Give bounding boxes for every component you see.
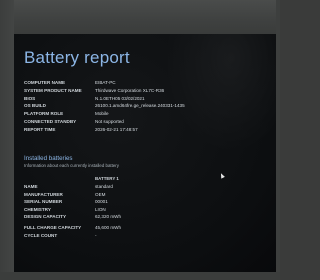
battery-row: NAME standard [24, 183, 264, 191]
battery-label: SERIAL NUMBER [24, 199, 63, 205]
system-info-label: CONNECTED STANDBY [24, 118, 77, 124]
system-info-label: SYSTEM PRODUCT NAME [24, 87, 82, 93]
battery-label: CHEMISTRY [24, 206, 51, 212]
battery-value: standard [95, 184, 113, 189]
screen: Battery report COMPUTER NAME EIBAT-PC SY… [14, 34, 276, 272]
battery-value: OEM [95, 191, 106, 197]
system-info-label: COMPUTER NAME [24, 80, 66, 85]
monitor-bezel-top [0, 0, 280, 34]
battery-row: MANUFACTURER OEM [24, 191, 264, 199]
system-info-row: SYSTEM PRODUCT NAME Thirdwave Corporatio… [24, 87, 264, 95]
battery-label: CYCLE COUNT [24, 232, 58, 238]
system-info-row: OS BUILD 26100.1.amd64fre.ge_release.240… [24, 102, 264, 110]
battery-value: - [95, 232, 97, 238]
battery-value: 45,600 mWh [95, 224, 122, 230]
system-info-value: 26100.1.amd64fre.ge_release.240331-1435 [95, 103, 185, 109]
battery-value: 00001 [95, 199, 108, 205]
monitor-bezel-left [0, 0, 14, 280]
system-info-row: REPORT TIME 2026-02-21 17:48:57 [24, 126, 264, 134]
system-info-value: N.1.0ETH05 03/02/2021 [95, 95, 145, 101]
system-info-value: 2026-02-21 17:48:57 [95, 126, 138, 132]
battery-label: FULL CHARGE CAPACITY [24, 224, 82, 230]
installed-batteries-subtitle: Information about each currently install… [24, 163, 119, 168]
battery-row: DESIGN CAPACITY 62,320 mWh [24, 213, 264, 221]
battery-row: CHEMISTRY LION [24, 206, 264, 214]
system-info-row: PLATFORM ROLE Mobile [24, 110, 264, 118]
battery-table: BATTERY 1 NAME standard MANUFACTURER OEM… [24, 175, 264, 239]
system-info-value: EIBAT-PC [95, 80, 116, 85]
system-info-label: OS BUILD [24, 103, 46, 109]
system-info-row: BIOS N.1.0ETH05 03/02/2021 [24, 95, 264, 103]
system-info-value: Thirdwave Corporation XL7C-R36 [95, 87, 165, 93]
battery-label: MANUFACTURER [24, 191, 63, 197]
battery-label: NAME [24, 184, 38, 189]
installed-batteries-heading: Installed batteries [24, 155, 73, 162]
system-info-value: Mobile [95, 111, 109, 117]
system-info-table: COMPUTER NAME EIBAT-PC SYSTEM PRODUCT NA… [24, 79, 264, 134]
battery-column-header: BATTERY 1 [95, 176, 119, 181]
battery-row: SERIAL NUMBER 00001 [24, 198, 264, 206]
battery-value: 62,320 mWh [95, 214, 122, 220]
monitor-photo: Battery report COMPUTER NAME EIBAT-PC SY… [0, 0, 280, 280]
system-info-row: COMPUTER NAME EIBAT-PC [24, 79, 264, 87]
system-info-value: Not supported [95, 118, 124, 124]
battery-table-header: BATTERY 1 [24, 175, 264, 183]
battery-label: DESIGN CAPACITY [24, 214, 67, 220]
battery-value: LION [95, 206, 106, 212]
system-info-label: BIOS [24, 95, 36, 101]
system-info-label: PLATFORM ROLE [24, 111, 64, 117]
page-title: Battery report [24, 48, 130, 67]
battery-row: FULL CHARGE CAPACITY 45,600 mWh [24, 224, 264, 232]
monitor-bezel-bottom [0, 272, 280, 280]
monitor-bezel-right [276, 0, 280, 280]
battery-row: CYCLE COUNT - [24, 232, 264, 240]
system-info-row: CONNECTED STANDBY Not supported [24, 118, 264, 126]
system-info-label: REPORT TIME [24, 126, 56, 132]
